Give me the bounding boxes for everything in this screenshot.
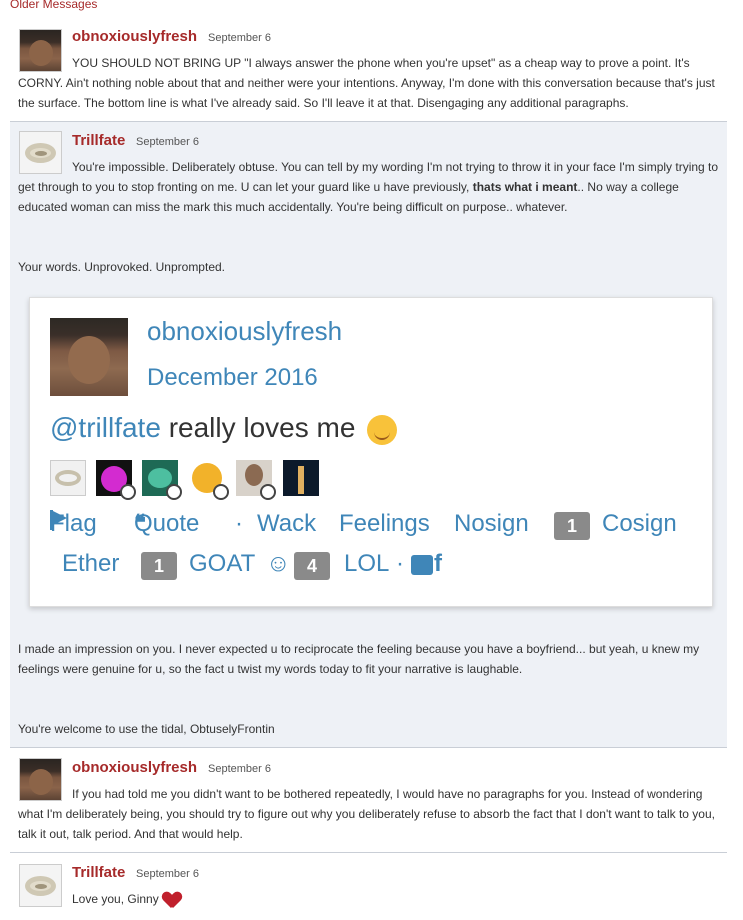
message-date: September 6 [208,32,271,44]
avatar[interactable] [19,864,62,907]
quote-link: ❝ Quote [134,510,199,538]
reaction-avatar [142,460,182,500]
embed-date: December 2016 [147,364,318,391]
username[interactable]: obnoxiouslyfresh [72,759,197,776]
feelings-link: Feelings [339,510,430,537]
separator: · [235,510,243,537]
lol-link: LOL [344,550,390,577]
embed-mention: @trillfate [50,412,161,443]
flag-link: Flag [50,510,97,538]
username[interactable]: Trillfate [72,864,125,881]
message-text: You're impossible. Deliberately obtuse. … [18,157,724,217]
message-text-content: YOU SHOULD NOT BRING UP "I always answer… [18,56,715,110]
reaction-overlay-icon [120,484,136,500]
message-text-content: If you had told me you didn't want to be… [18,787,715,841]
message-text-content: Love you, Ginny [72,892,159,906]
flag-icon [50,510,68,530]
embed-avatar [50,318,128,396]
username[interactable]: Trillfate [72,132,125,149]
quote-icon: ❝ [134,510,146,535]
reaction-avatar [96,460,136,500]
message-text-bold: thats what i meant [472,180,578,194]
reaction-avatar [283,460,319,496]
separator: · [396,550,404,577]
older-messages-link[interactable]: Older Messages [10,0,97,11]
username[interactable]: obnoxiouslyfresh [72,28,197,45]
goat-link: GOAT [189,550,256,577]
message-paragraph: I made an impression on you. I never exp… [18,642,700,676]
reaction-overlay-icon [260,484,276,500]
nosign-link: Nosign [454,510,529,537]
reaction-avatar [189,460,229,500]
lol-emoji-icon: ☺ [266,550,291,577]
reaction-avatar [236,460,276,500]
message-paragraph: You're welcome to use the tidal, Obtusel… [18,722,275,736]
smile-emoji-icon [367,414,398,445]
message-4: Trillfate September 6 Love you, Ginny [10,853,727,920]
message-text: YOU SHOULD NOT BRING UP "I always answer… [18,53,724,113]
message-date: September 6 [208,763,271,775]
facebook-icon: f [434,550,442,577]
reaction-overlay-icon [166,484,182,500]
message-1: obnoxiouslyfresh September 6 YOU SHOULD … [10,22,727,121]
embed-username: obnoxiouslyfresh [147,316,343,346]
ring-avatar-image [25,876,56,896]
embedded-screenshot: obnoxiouslyfresh December 2016 @trillfat… [29,297,713,607]
cosign-link: Cosign [602,510,677,537]
embed-post-text: @trillfate really loves me [50,412,398,445]
message-date: September 6 [136,136,199,148]
ether-link: Ether [62,550,120,577]
reaction-avatar [50,460,86,496]
cosign-count-badge: 1 [554,512,590,540]
message-text: Love you, Ginny [72,889,181,909]
reaction-overlay-icon [213,484,229,500]
lol-count-badge: 4 [294,552,330,580]
message-3: obnoxiouslyfresh September 6 If you had … [10,748,727,852]
embed-post-rest: really loves me [168,412,356,443]
message-date: September 6 [136,868,199,880]
goat-count-badge: 1 [141,552,177,580]
message-paragraph: Your words. Unprovoked. Unprompted. [18,260,225,274]
twitter-icon [411,555,433,575]
message-text: If you had told me you didn't want to be… [18,784,724,844]
heart-icon [163,892,181,908]
wack-link: Wack [257,510,317,537]
